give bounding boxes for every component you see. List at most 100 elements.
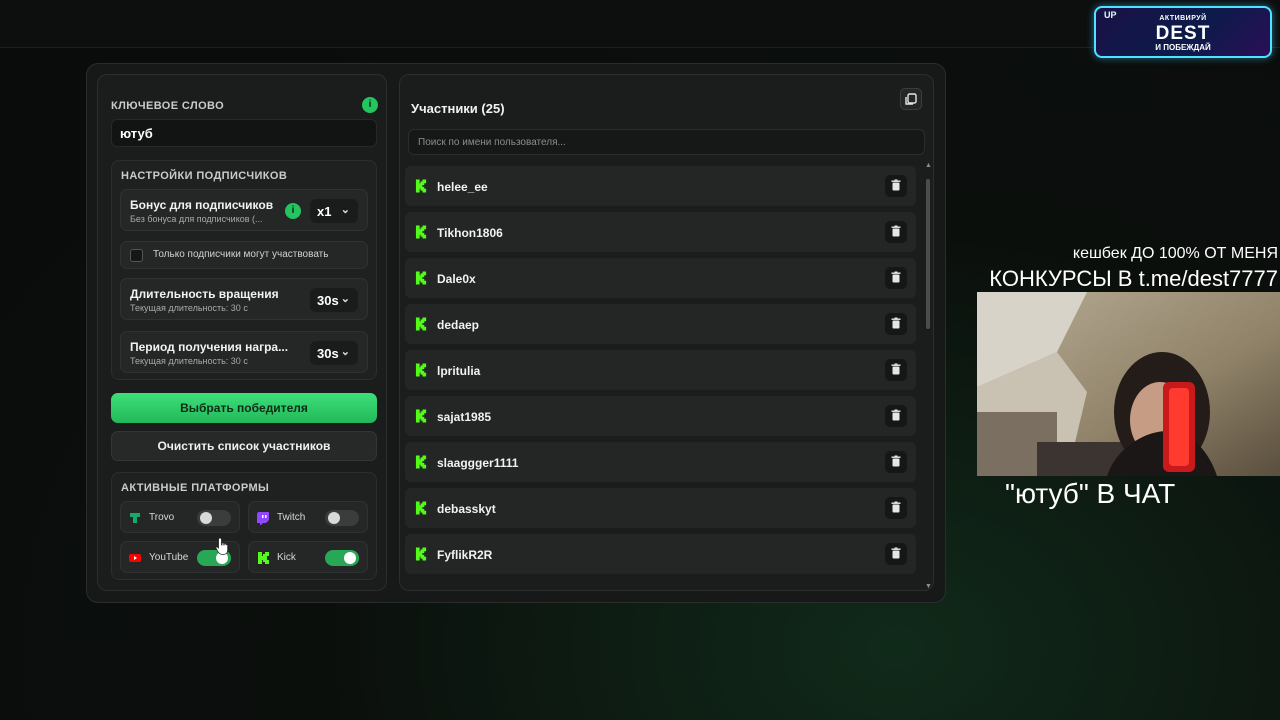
trash-icon xyxy=(891,271,901,283)
kick-icon xyxy=(415,547,427,561)
subscriber-bonus-title: Бонус для подписчиков xyxy=(130,198,274,212)
overlay-chat-prompt: "ютуб" В ЧАТ xyxy=(1005,478,1176,509)
kick-icon xyxy=(258,552,269,564)
participant-name: debasskyt xyxy=(437,502,496,516)
spin-duration-dropdown[interactable]: 30s ⌄ xyxy=(310,288,358,312)
scroll-down-icon[interactable]: ▼ xyxy=(925,583,932,590)
subscriber-settings: НАСТРОЙКИ ПОДПИСЧИКОВ Бонус для подписчи… xyxy=(111,160,377,380)
participant-row: helee_ee xyxy=(405,166,916,206)
platform-name: Trovo xyxy=(149,512,175,523)
chevron-down-icon: ⌄ xyxy=(340,293,350,305)
delete-participant-button[interactable] xyxy=(885,543,907,565)
participant-name: Dale0x xyxy=(437,272,476,286)
trovo-toggle[interactable] xyxy=(197,510,231,526)
spin-duration-subtitle: Текущая длительность: 30 с xyxy=(130,303,248,313)
participant-name: lpritulia xyxy=(437,364,481,378)
platform-twitch: Twitch xyxy=(248,501,368,533)
participant-row: dedaep xyxy=(405,304,916,344)
delete-participant-button[interactable] xyxy=(885,267,907,289)
participant-search-input[interactable]: Поиск по имени пользователя... xyxy=(408,129,925,155)
keyword-info-icon[interactable]: i xyxy=(362,97,378,113)
subscriber-settings-title: НАСТРОЙКИ ПОДПИСЧИКОВ xyxy=(121,170,288,182)
delete-participant-button[interactable] xyxy=(885,359,907,381)
kick-icon xyxy=(415,317,427,331)
participant-name: sajat1985 xyxy=(437,410,492,424)
participant-row: Tikhon1806 xyxy=(405,212,916,252)
delete-participant-button[interactable] xyxy=(885,451,907,473)
youtube-icon xyxy=(129,554,141,562)
platform-kick: Kick xyxy=(248,541,368,573)
spin-duration-option: Длительность вращения Текущая длительнос… xyxy=(120,278,368,320)
participant-row: FyflikR2R xyxy=(405,534,916,574)
reward-period-value: 30s xyxy=(317,346,339,361)
participants-column: Участники (25) Поиск по имени пользовате… xyxy=(399,74,934,591)
kick-icon xyxy=(415,179,427,193)
keyword-input[interactable]: ютуб xyxy=(111,119,377,147)
kick-icon xyxy=(415,363,427,377)
kick-icon xyxy=(415,501,427,515)
kick-toggle[interactable] xyxy=(325,550,359,566)
overlay-cashback-text: кешбек ДО 100% ОТ МЕНЯ xyxy=(1072,245,1278,262)
chevron-down-icon: ⌄ xyxy=(340,204,350,216)
trash-icon xyxy=(891,409,901,421)
pick-winner-button[interactable]: Выбрать победителя xyxy=(111,393,377,423)
top-bar xyxy=(0,0,1280,48)
scroll-up-icon[interactable]: ▲ xyxy=(925,162,932,169)
delete-participant-button[interactable] xyxy=(885,497,907,519)
hand-cursor-icon xyxy=(215,537,229,555)
bonus-info-icon[interactable]: i xyxy=(285,203,301,219)
trovo-icon xyxy=(130,513,140,523)
reward-period-option: Период получения награ... Текущая длител… xyxy=(120,331,368,373)
only-subscribers-checkbox[interactable] xyxy=(130,249,143,262)
bonus-multiplier-dropdown[interactable]: x1 ⌄ xyxy=(310,199,358,223)
active-platforms-title: АКТИВНЫЕ ПЛАТФОРМЫ xyxy=(121,482,270,494)
overlay-contests-text: КОНКУРСЫ В t.me/dest7777 xyxy=(989,266,1278,291)
reward-period-dropdown[interactable]: 30s ⌄ xyxy=(310,341,358,365)
promo-line-2: DEST xyxy=(1155,23,1211,44)
delete-participant-button[interactable] xyxy=(885,405,907,427)
kick-icon xyxy=(415,271,427,285)
twitch-icon xyxy=(257,512,269,525)
subscriber-bonus-option: Бонус для подписчиков Без бонуса для под… xyxy=(120,189,368,231)
webcam-image xyxy=(977,292,1280,476)
webcam-feed xyxy=(977,292,1280,476)
trash-icon xyxy=(891,501,901,513)
only-subscribers-label: Только подписчики могут участвовать xyxy=(153,249,329,260)
trash-icon xyxy=(891,179,901,191)
subscriber-bonus-subtitle: Без бонуса для подписчиков (... xyxy=(130,214,263,224)
promo-line-1: АКТИВИРУЙ xyxy=(1159,15,1207,22)
participant-name: helee_ee xyxy=(437,180,488,194)
kick-icon xyxy=(415,409,427,423)
settings-column: КЛЮЧЕВОЕ СЛОВО i ютуб НАСТРОЙКИ ПОДПИСЧИ… xyxy=(97,74,387,591)
participant-row: Dale0x xyxy=(405,258,916,298)
chevron-down-icon: ⌄ xyxy=(340,346,350,358)
participant-row: debasskyt xyxy=(405,488,916,528)
promo-banner[interactable]: UP АКТИВИРУЙ DEST И ПОБЕЖДАЙ xyxy=(1094,6,1272,58)
bonus-multiplier-value: x1 xyxy=(317,204,332,219)
participant-row: lpritulia xyxy=(405,350,916,390)
delete-participant-button[interactable] xyxy=(885,313,907,335)
platform-name: Twitch xyxy=(277,512,306,523)
delete-participant-button[interactable] xyxy=(885,175,907,197)
active-platforms: АКТИВНЫЕ ПЛАТФОРМЫ Trovo Twitch YouTube … xyxy=(111,472,377,580)
copy-list-button[interactable] xyxy=(900,88,922,110)
participant-row: sajat1985 xyxy=(405,396,916,436)
only-subscribers-row[interactable]: Только подписчики могут участвовать xyxy=(120,241,368,269)
participant-name: FyflikR2R xyxy=(437,548,493,562)
giveaway-panel: КЛЮЧЕВОЕ СЛОВО i ютуб НАСТРОЙКИ ПОДПИСЧИ… xyxy=(86,63,946,603)
participant-name: Tikhon1806 xyxy=(437,226,503,240)
trash-icon xyxy=(891,317,901,329)
keyword-label: КЛЮЧЕВОЕ СЛОВО xyxy=(111,100,225,112)
promo-line-3: И ПОБЕЖДАЙ xyxy=(1155,43,1211,52)
participant-scrollbar[interactable] xyxy=(926,171,930,590)
clear-participants-button[interactable]: Очистить список участников xyxy=(111,431,377,461)
kick-icon xyxy=(415,455,427,469)
twitch-toggle[interactable] xyxy=(325,510,359,526)
reward-period-title: Период получения награ... xyxy=(130,340,289,354)
copy-icon xyxy=(905,93,917,105)
reward-period-subtitle: Текущая длительность: 30 с xyxy=(130,356,248,366)
delete-participant-button[interactable] xyxy=(885,221,907,243)
trash-icon xyxy=(891,547,901,559)
platform-name: Kick xyxy=(277,552,296,563)
kick-icon xyxy=(415,225,427,239)
